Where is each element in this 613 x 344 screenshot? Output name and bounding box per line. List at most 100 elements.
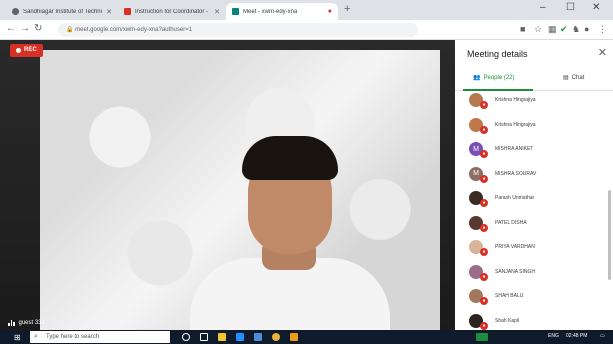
participant-name: Krishna Hingrajiya: [495, 121, 536, 128]
meeting-details-panel: Meeting details ✕ 👥 People (22) ▤ Chat ●…: [455, 40, 613, 330]
avatar: ●: [469, 240, 488, 256]
edge-icon[interactable]: [236, 333, 244, 341]
participant-name: Krishna Hingrajiya: [495, 97, 536, 103]
browser-tab-3[interactable]: Meet - xwm-edy-xna ●: [226, 3, 338, 20]
tab-favicon-icon: [12, 8, 19, 15]
participant-item[interactable]: ● Parash Unmathar: [469, 188, 534, 208]
participant-item[interactable]: M ● MISHRA SOURAV: [469, 164, 536, 184]
tab-title: Instruction for Coordinator - sc...: [135, 8, 210, 15]
muted-mic-icon: ●: [480, 150, 488, 158]
muted-mic-icon: ●: [480, 297, 488, 305]
browser-tab-2[interactable]: Instruction for Coordinator - sc... ✕: [118, 3, 226, 20]
minimize-button[interactable]: –: [540, 2, 546, 13]
reload-icon[interactable]: ↻: [34, 23, 42, 34]
tray-language[interactable]: ENG: [548, 333, 559, 339]
avatar: ●: [469, 215, 488, 232]
task-view-icon[interactable]: [200, 333, 208, 341]
avatar: ●: [469, 264, 488, 281]
app-icon[interactable]: [290, 333, 298, 341]
meet-favicon-icon: [232, 8, 239, 15]
windows-start-icon[interactable]: ⊞: [14, 333, 21, 342]
gmail-favicon-icon: [124, 8, 131, 15]
main-video: REC guest 331: [0, 40, 455, 330]
address-bar: ← → ↻ 🔒 meet.google.com/xwm-edy-xna?auth…: [0, 20, 613, 40]
recording-dot-icon: [16, 48, 21, 53]
participant-item[interactable]: ● Shah Kapil: [469, 311, 519, 331]
forward-icon[interactable]: →: [20, 23, 30, 34]
new-tab-button[interactable]: +: [344, 3, 350, 15]
tray-clock[interactable]: 02:48 PM: [566, 333, 587, 339]
url-text: meet.google.com/xwm-edy-xna?authuser=1: [75, 27, 193, 33]
recording-badge: REC: [10, 44, 43, 57]
url-input[interactable]: 🔒 meet.google.com/xwm-edy-xna?authuser=1: [58, 23, 418, 37]
muted-mic-icon: ●: [480, 125, 488, 134]
chat-icon: ▤: [563, 75, 569, 81]
muted-mic-icon: ●: [480, 174, 488, 183]
check-extension-icon[interactable]: ✔: [560, 24, 568, 35]
maximize-button[interactable]: ☐: [566, 2, 575, 13]
search-icon: ⌕: [34, 333, 38, 340]
tab-people[interactable]: 👥 People (22): [473, 74, 515, 82]
close-window-button[interactable]: ✕: [592, 2, 600, 13]
menu-icon[interactable]: ⋮: [598, 24, 607, 35]
windows-taskbar: ⊞ ⌕ Type here to search ENG 02:48 PM ▭: [0, 330, 613, 344]
participant-name-tag: guest 331: [8, 319, 45, 326]
browser-tab-bar: Sandhiagar Institute of Techno... ✕ Inst…: [0, 0, 613, 20]
close-tab-icon[interactable]: ✕: [214, 8, 220, 16]
close-tab-icon[interactable]: ●: [328, 8, 332, 15]
star-icon[interactable]: ☆: [534, 24, 542, 35]
participant-name: MISHRA SOURAV: [495, 170, 537, 177]
close-tab-icon[interactable]: ✕: [106, 8, 112, 16]
participant-name: PRIYA VARDHAN: [495, 244, 535, 250]
extension-icon[interactable]: ▦: [548, 24, 557, 35]
avatar: M ●: [469, 142, 488, 158]
participant-item[interactable]: ● Krishna Hingrajiya: [469, 115, 536, 135]
meet-taskbar-icon[interactable]: [476, 333, 488, 341]
notification-icon[interactable]: ▭: [600, 333, 605, 339]
back-icon[interactable]: ←: [6, 23, 16, 34]
browser-tab-1[interactable]: Sandhiagar Institute of Techno... ✕: [6, 3, 118, 20]
participant-name: PATEL DISHA: [495, 219, 527, 226]
participant-item[interactable]: ● PRIYA VARDHAN: [469, 237, 535, 257]
tab-chat[interactable]: ▤ Chat: [563, 74, 584, 82]
panel-scrollbar[interactable]: [608, 190, 611, 280]
audio-level-icon: [8, 319, 15, 326]
muted-mic-icon: ●: [480, 101, 488, 109]
muted-mic-icon: ●: [480, 272, 488, 281]
close-panel-button[interactable]: ✕: [598, 46, 607, 59]
participant-video-feed: [190, 128, 390, 330]
avatar: ●: [469, 191, 488, 207]
participant-item[interactable]: ● PATEL DISHA: [469, 213, 527, 233]
participant-name: Parash Unmathar: [495, 195, 535, 201]
participant-item[interactable]: M ● MISHRA ANIKET: [469, 139, 533, 159]
avatar: ●: [469, 93, 488, 109]
muted-mic-icon: ●: [480, 248, 488, 256]
tab-title: Meet - xwm-edy-xna: [243, 8, 298, 15]
tab-title: Sandhiagar Institute of Techno...: [23, 8, 103, 15]
avatar: ●: [469, 313, 488, 330]
panel-title: Meeting details: [467, 49, 528, 59]
participant-name: MISHRA ANIKET: [495, 146, 534, 152]
chrome-icon[interactable]: [272, 333, 280, 341]
participant-name: Shah Kapil: [495, 317, 520, 324]
taskbar-search-input[interactable]: ⌕ Type here to search: [30, 331, 170, 343]
participant-item[interactable]: ● SHAH BALU: [469, 286, 523, 306]
avatar: ●: [469, 289, 488, 305]
profile-icon[interactable]: ●: [584, 24, 589, 34]
file-explorer-icon[interactable]: [218, 333, 226, 341]
lock-icon: 🔒: [66, 27, 74, 33]
participant-name: SANJANA SINGH: [495, 268, 536, 275]
store-icon[interactable]: [254, 333, 262, 341]
muted-mic-icon: ●: [480, 223, 488, 232]
avatar: M ●: [469, 166, 488, 183]
participant-item[interactable]: ● Krishna Hingrajiya: [469, 90, 536, 110]
puzzle-icon[interactable]: ♞: [572, 24, 580, 35]
people-icon: 👥: [473, 75, 481, 81]
panel-tabs: 👥 People (22) ▤ Chat: [455, 70, 613, 91]
participant-item[interactable]: ● SANJANA SINGH: [469, 262, 535, 282]
avatar: ●: [469, 117, 488, 134]
muted-mic-icon: ●: [480, 199, 488, 207]
camera-icon[interactable]: ■: [520, 24, 525, 34]
participant-name: SHAH BALU: [495, 293, 524, 299]
cortana-icon[interactable]: [182, 333, 190, 341]
